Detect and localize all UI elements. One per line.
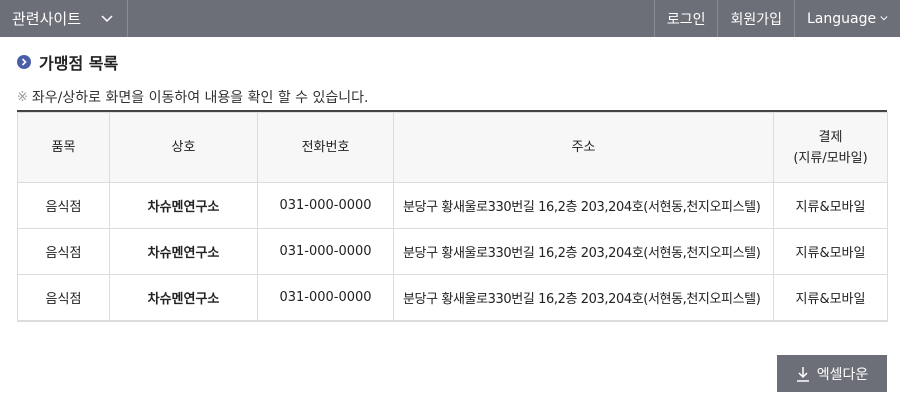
related-sites-dropdown[interactable]: 관련사이트 [0,0,128,37]
cell-payment: 지류&모바일 [773,274,888,322]
header-address: 주소 [393,112,774,183]
table-header-row: 품목 상호 전화번호 주소 결제 (지류/모바일) [17,112,888,183]
cell-phone: 031-000-0000 [257,182,394,229]
header-payment-line2: (지류/모바일) [793,150,868,166]
chevron-down-icon [101,14,113,22]
header-category: 품목 [17,112,110,183]
cell-address: 분당구 황새울로330번길 16,2층 203,204호(서현동,천지오피스텔) [393,274,774,322]
notice-text: 좌우/상하로 화면을 이동하여 내용을 확인 할 수 있습니다. [31,90,369,106]
circle-arrow-icon [17,55,31,69]
table-row: 음식점 차슈멘연구소 031-000-0000 분당구 황새울로330번길 16… [17,182,888,229]
download-icon [796,366,809,382]
excel-download-button[interactable]: 엑셀다운 [777,355,887,392]
language-label: Language [807,10,877,27]
page-title: 가맹점 목록 [39,54,119,73]
cell-phone: 031-000-0000 [257,228,394,275]
top-nav: 로그인 회원가입 Language [653,0,900,37]
header-phone: 전화번호 [257,112,394,183]
cell-name: 차슈멘연구소 [109,274,258,322]
top-bar: 관련사이트 로그인 회원가입 Language [0,0,900,37]
cell-category: 음식점 [17,228,110,275]
table-row: 음식점 차슈멘연구소 031-000-0000 분당구 황새울로330번길 16… [17,228,888,275]
section-title: 가맹점 목록 [17,50,118,74]
related-sites-label: 관련사이트 [12,10,82,28]
scroll-notice: ※ 좌우/상하로 화면을 이동하여 내용을 확인 할 수 있습니다. [17,87,368,107]
chevron-down-icon [880,16,888,21]
cell-name: 차슈멘연구소 [109,182,258,229]
cell-address: 분당구 황새울로330번길 16,2층 203,204호(서현동,천지오피스텔) [393,182,774,229]
cell-payment: 지류&모바일 [773,228,888,275]
header-payment-line1: 결제 [818,129,843,145]
header-name: 상호 [109,112,258,183]
login-link[interactable]: 로그인 [653,0,718,37]
cell-name: 차슈멘연구소 [109,228,258,275]
table-row: 음식점 차슈멘연구소 031-000-0000 분당구 황새울로330번길 16… [17,274,888,322]
cell-phone: 031-000-0000 [257,274,394,322]
cell-category: 음식점 [17,274,110,322]
cell-address: 분당구 황새울로330번길 16,2층 203,204호(서현동,천지오피스텔) [393,228,774,275]
header-payment: 결제 (지류/모바일) [773,112,888,183]
language-dropdown[interactable]: Language [794,0,900,37]
excel-download-label: 엑셀다운 [816,365,869,382]
store-table: 품목 상호 전화번호 주소 결제 (지류/모바일) 음식점 차슈멘연구소 031… [17,112,888,322]
cell-category: 음식점 [17,182,110,229]
signup-link[interactable]: 회원가입 [717,0,794,37]
cell-payment: 지류&모바일 [773,182,888,229]
notice-mark: ※ [17,89,28,105]
store-table-wrapper[interactable]: 품목 상호 전화번호 주소 결제 (지류/모바일) 음식점 차슈멘연구소 031… [17,110,888,322]
